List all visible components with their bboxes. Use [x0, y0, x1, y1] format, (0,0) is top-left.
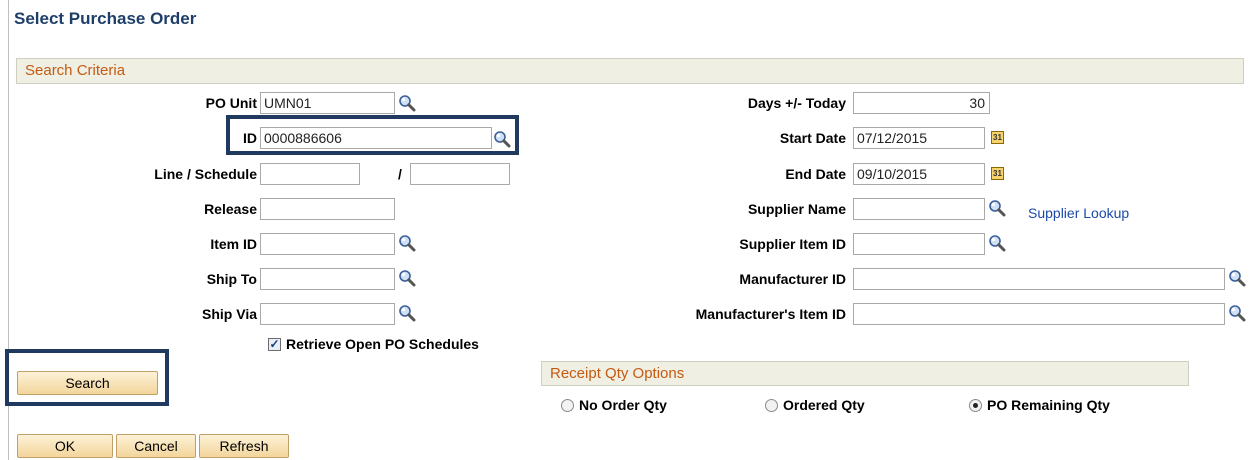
cancel-button[interactable]: Cancel	[116, 434, 196, 458]
item-id-label: Item ID	[210, 236, 257, 252]
line-input[interactable]	[260, 163, 360, 185]
manufacturers-item-id-label: Manufacturer's Item ID	[695, 306, 846, 322]
search-highlight-box	[5, 349, 169, 406]
item-id-lookup-icon[interactable]	[398, 234, 416, 252]
ship-to-label: Ship To	[206, 271, 257, 287]
no-order-qty-radio[interactable]	[561, 399, 574, 412]
start-date-input[interactable]	[853, 127, 985, 149]
ship-via-lookup-icon[interactable]	[398, 304, 416, 322]
id-highlight-box	[226, 115, 519, 155]
po-remaining-qty-radio[interactable]	[969, 399, 982, 412]
end-date-calendar-icon[interactable]: 31	[991, 167, 1004, 180]
search-criteria-header: Search Criteria	[16, 58, 1244, 84]
start-date-calendar-icon[interactable]: 31	[991, 131, 1004, 144]
manufacturer-id-label: Manufacturer ID	[739, 271, 846, 287]
manufacturer-id-lookup-icon[interactable]	[1228, 269, 1246, 287]
supplier-item-id-label: Supplier Item ID	[739, 236, 846, 252]
no-order-qty-label: No Order Qty	[579, 397, 667, 413]
po-unit-input[interactable]	[260, 92, 395, 114]
supplier-name-label: Supplier Name	[747, 201, 846, 217]
manufacturer-id-input[interactable]	[853, 268, 1225, 290]
ok-button[interactable]: OK	[17, 434, 113, 458]
po-remaining-qty-label: PO Remaining Qty	[987, 397, 1110, 413]
po-unit-lookup-icon[interactable]	[398, 94, 416, 112]
ordered-qty-radio[interactable]	[765, 399, 778, 412]
days-today-label: Days +/- Today	[747, 95, 846, 111]
line-schedule-label: Line / Schedule	[154, 166, 257, 182]
schedule-input[interactable]	[410, 163, 510, 185]
page-title: Select Purchase Order	[14, 9, 197, 28]
supplier-name-input[interactable]	[853, 198, 985, 220]
ship-to-lookup-icon[interactable]	[398, 269, 416, 287]
manufacturers-item-id-lookup-icon[interactable]	[1228, 304, 1246, 322]
line-schedule-separator: /	[398, 166, 402, 182]
days-today-input[interactable]	[853, 92, 990, 114]
ordered-qty-label: Ordered Qty	[783, 397, 865, 413]
manufacturers-item-id-input[interactable]	[853, 303, 1225, 325]
end-date-label: End Date	[785, 166, 846, 182]
supplier-item-id-lookup-icon[interactable]	[988, 234, 1006, 252]
supplier-item-id-input[interactable]	[853, 233, 985, 255]
release-label: Release	[204, 201, 257, 217]
refresh-button[interactable]: Refresh	[199, 434, 289, 458]
po-unit-label: PO Unit	[205, 95, 257, 111]
ship-via-label: Ship Via	[202, 306, 257, 322]
supplier-lookup-link[interactable]: Supplier Lookup	[1028, 205, 1129, 221]
ship-via-input[interactable]	[260, 303, 395, 325]
ship-to-input[interactable]	[260, 268, 395, 290]
retrieve-open-label: Retrieve Open PO Schedules	[286, 336, 479, 352]
start-date-label: Start Date	[779, 130, 846, 146]
retrieve-open-checkbox[interactable]: ✓	[268, 338, 281, 351]
supplier-name-lookup-icon[interactable]	[988, 199, 1006, 217]
receipt-qty-header: Receipt Qty Options	[541, 361, 1189, 386]
end-date-input[interactable]	[853, 163, 985, 185]
release-input[interactable]	[260, 198, 395, 220]
item-id-input[interactable]	[260, 233, 395, 255]
